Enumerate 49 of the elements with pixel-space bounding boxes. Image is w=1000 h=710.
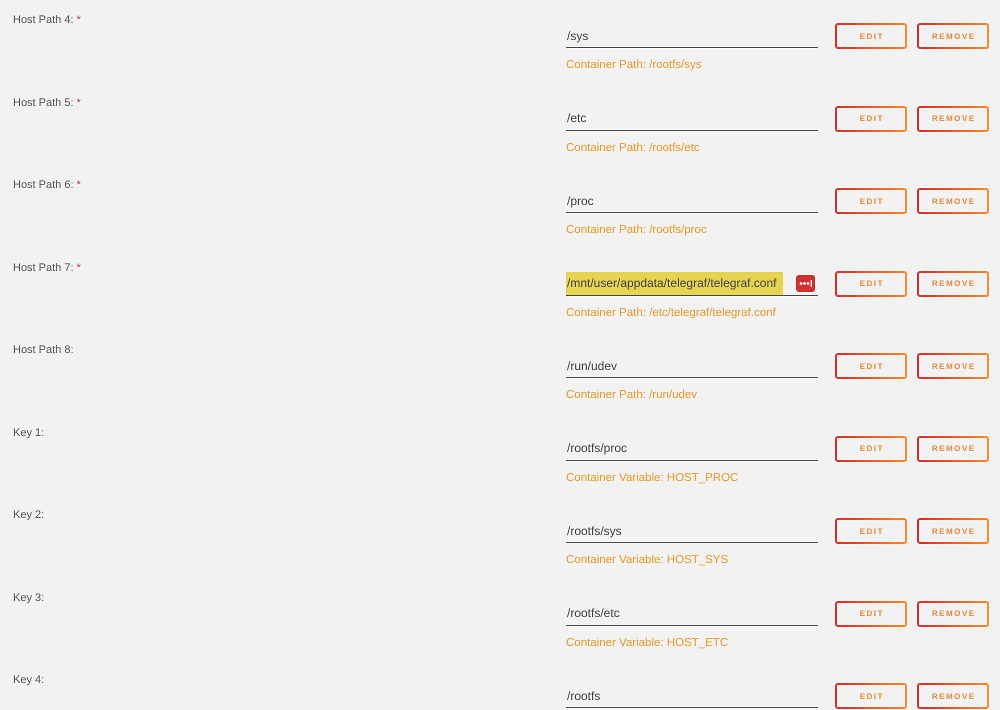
edit-button[interactable]: EDIT [835, 353, 907, 379]
hint-text: Container Path: /rootfs/sys [566, 58, 702, 72]
remove-button[interactable]: REMOVE [917, 23, 989, 49]
hint-text: Container Path: /rootfs/etc [566, 140, 700, 154]
edit-button[interactable]: EDIT [835, 106, 907, 132]
hint-text: Container Variable: HOST_SYS [566, 553, 728, 567]
input-field[interactable]: /mnt/user/appdata/telegraf/telegraf.conf [566, 272, 818, 296]
field-label: Host Path 7: [13, 262, 74, 274]
input-field[interactable]: /proc [566, 189, 818, 213]
hint-text: Container Path: /rootfs/proc [566, 223, 707, 237]
hint-text: Container Path: /run/udev [566, 388, 698, 402]
input-field[interactable]: /rootfs [566, 684, 818, 708]
remove-button[interactable]: REMOVE [917, 600, 989, 626]
remove-button[interactable]: REMOVE [917, 353, 989, 379]
edit-button[interactable]: EDIT [835, 600, 907, 626]
field-label: Key 3: [13, 592, 44, 604]
hint-text: Container Variable: HOST_ETC [566, 636, 728, 650]
field-label: Host Path 5: [13, 96, 74, 110]
edit-button[interactable]: EDIT [835, 683, 907, 709]
input-field[interactable]: /run/udev [566, 354, 818, 378]
required-asterisk: * [76, 96, 81, 110]
field-label: Key 4: [13, 674, 44, 687]
edit-button[interactable]: EDIT [835, 436, 907, 462]
field-label: Key 2: [13, 509, 44, 522]
remove-button[interactable]: REMOVE [917, 436, 989, 462]
remove-button[interactable]: REMOVE [917, 683, 989, 709]
hint-text: Container Path: /etc/telegraf/telegraf.conf [566, 306, 776, 320]
remove-button[interactable]: REMOVE [917, 270, 989, 296]
password-dots-icon[interactable] [796, 274, 815, 292]
remove-button[interactable]: REMOVE [917, 188, 989, 214]
field-label: Host Path 4: [13, 14, 74, 27]
input-field[interactable]: /etc [566, 106, 818, 130]
field-label: Key 1: [13, 426, 44, 440]
field-label: Host Path 6: [13, 179, 74, 192]
remove-button[interactable]: REMOVE [917, 106, 989, 132]
input-field[interactable]: /rootfs/etc [566, 602, 818, 626]
input-field[interactable]: /rootfs/sys [566, 519, 818, 543]
edit-button[interactable]: EDIT [835, 518, 907, 544]
required-asterisk: * [76, 14, 81, 27]
input-field[interactable]: /rootfs/proc [566, 436, 818, 460]
remove-button[interactable]: REMOVE [917, 518, 989, 544]
edit-button[interactable]: EDIT [835, 23, 907, 49]
required-asterisk: * [76, 262, 81, 274]
edit-button[interactable]: EDIT [835, 270, 907, 296]
field-label: Host Path 8: [13, 344, 74, 357]
required-asterisk: * [76, 179, 81, 192]
input-field[interactable]: /sys [566, 24, 818, 48]
hint-text: Container Variable: HOST_PROC [566, 470, 738, 484]
edit-button[interactable]: EDIT [835, 188, 907, 214]
